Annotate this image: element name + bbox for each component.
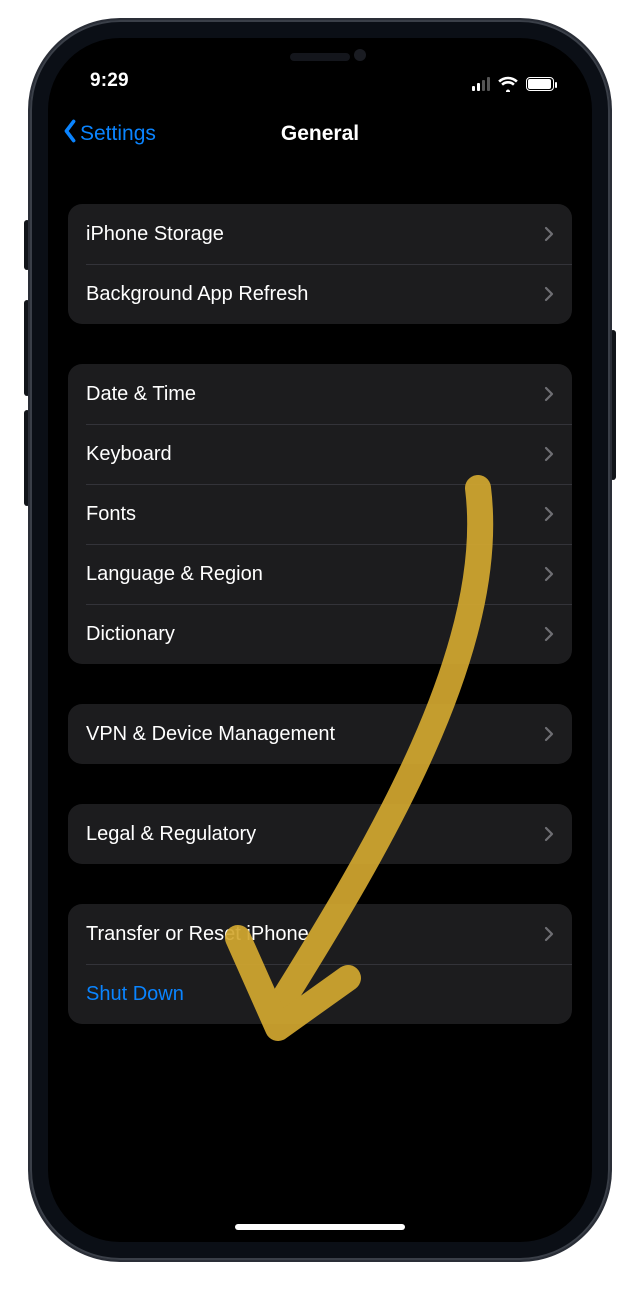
chevron-right-icon [544, 726, 554, 742]
notch [220, 38, 420, 74]
back-button[interactable]: Settings [62, 119, 156, 149]
row-shut-down[interactable]: Shut Down [68, 964, 572, 1024]
phone-frame: 9:29 Settings General [30, 20, 610, 1260]
row-vpn-device-management[interactable]: VPN & Device Management [68, 704, 572, 764]
row-date-time[interactable]: Date & Time [68, 364, 572, 424]
chevron-right-icon [544, 566, 554, 582]
chevron-right-icon [544, 446, 554, 462]
row-label: Legal & Regulatory [86, 823, 256, 846]
wifi-icon [498, 76, 518, 92]
row-dictionary[interactable]: Dictionary [68, 604, 572, 664]
row-iphone-storage[interactable]: iPhone Storage [68, 204, 572, 264]
chevron-right-icon [544, 826, 554, 842]
chevron-right-icon [544, 626, 554, 642]
row-keyboard[interactable]: Keyboard [68, 424, 572, 484]
chevron-right-icon [544, 386, 554, 402]
row-label: Language & Region [86, 563, 263, 586]
chevron-right-icon [544, 926, 554, 942]
row-label: VPN & Device Management [86, 723, 335, 746]
row-label: Shut Down [86, 983, 184, 1006]
screen: 9:29 Settings General [48, 38, 592, 1242]
row-label: iPhone Storage [86, 223, 224, 246]
row-label: Keyboard [86, 443, 172, 466]
settings-content[interactable]: iPhone Storage Background App Refresh Date… [48, 164, 592, 1024]
row-language-region[interactable]: Language & Region [68, 544, 572, 604]
settings-group: Date & Time Keyboard Fonts Language & Regio… [68, 364, 572, 664]
settings-group: Legal & Regulatory [68, 804, 572, 864]
back-label: Settings [80, 122, 156, 146]
row-background-app-refresh[interactable]: Background App Refresh [68, 264, 572, 324]
page-title: General [281, 122, 359, 146]
cellular-icon [472, 77, 490, 91]
row-legal-regulatory[interactable]: Legal & Regulatory [68, 804, 572, 864]
chevron-right-icon [544, 286, 554, 302]
row-label: Fonts [86, 503, 136, 526]
settings-group: VPN & Device Management [68, 704, 572, 764]
settings-group: Transfer or Reset iPhone Shut Down [68, 904, 572, 1024]
settings-group: iPhone Storage Background App Refresh [68, 204, 572, 324]
home-indicator[interactable] [235, 1224, 405, 1230]
status-time: 9:29 [84, 70, 129, 92]
row-label: Date & Time [86, 383, 196, 406]
battery-icon [526, 77, 554, 91]
chevron-right-icon [544, 506, 554, 522]
row-label: Dictionary [86, 623, 175, 646]
row-label: Background App Refresh [86, 283, 308, 306]
row-transfer-or-reset-iphone[interactable]: Transfer or Reset iPhone [68, 904, 572, 964]
row-label: Transfer or Reset iPhone [86, 923, 309, 946]
row-fonts[interactable]: Fonts [68, 484, 572, 544]
chevron-right-icon [544, 226, 554, 242]
chevron-left-icon [62, 119, 78, 149]
power-button[interactable] [610, 330, 616, 480]
nav-bar: Settings General [48, 104, 592, 164]
